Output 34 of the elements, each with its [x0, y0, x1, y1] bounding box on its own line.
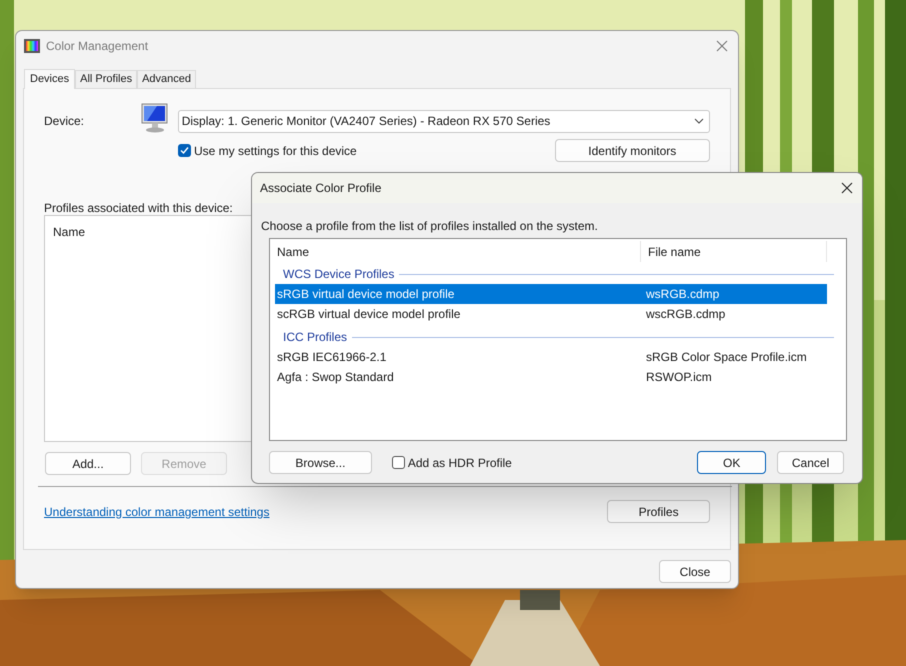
button[interactable]: Add... [45, 452, 131, 475]
window-title: Color Management [46, 38, 150, 55]
checkbox[interactable] [178, 144, 191, 157]
field-label: Device: [44, 113, 86, 130]
close-icon[interactable] [841, 182, 853, 194]
checkbox-label: Add as HDR Profile [408, 454, 512, 472]
checkbox-label: Use my settings for this device [194, 142, 357, 160]
tab[interactable]: All Profiles [75, 70, 138, 88]
button[interactable]: Browse... [269, 451, 372, 474]
group-header: ICC Profiles [283, 329, 348, 346]
instruction-text: Choose a profile from the list of profiles installed on the system. [261, 218, 599, 233]
button[interactable]: Cancel [777, 451, 844, 474]
column-header[interactable]: Name [270, 241, 641, 262]
button[interactable]: Close [659, 560, 731, 583]
help-link[interactable]: Understanding color management settings [44, 502, 608, 520]
button[interactable]: Identify monitors [554, 139, 710, 162]
tab[interactable]: Devices [24, 69, 76, 89]
checkbox[interactable] [392, 456, 405, 469]
caret-icon [694, 118, 704, 124]
button[interactable]: Profiles [607, 500, 710, 523]
list-row[interactable]: sRGB virtual device model profile wsRGB.cdmp [275, 284, 827, 304]
list-row[interactable]: sRGB IEC61966-2.1 sRGB Color Space Profile.icm [275, 347, 827, 367]
monitor-icon [140, 102, 169, 134]
device-dropdown[interactable]: Display: 1. Generic Monitor (VA2407 Series) - Radeon RX 570 Series [178, 110, 710, 132]
list-row[interactable]: scRGB virtual device model profile wscRGB.cdmp [275, 304, 827, 324]
monitor-icon [24, 39, 40, 53]
section-label: Profiles associated with this device: [44, 200, 234, 215]
list-row[interactable]: Agfa : Swop Standard RSWOP.icm [275, 367, 827, 387]
dialog-title: Associate Color Profile [260, 180, 382, 197]
column-header[interactable]: File name [641, 241, 827, 262]
button[interactable]: OK [697, 451, 766, 474]
tab[interactable]: Advanced [137, 70, 196, 88]
column-header: Name [53, 224, 86, 237]
group-header: WCS Device Profiles [283, 266, 394, 283]
